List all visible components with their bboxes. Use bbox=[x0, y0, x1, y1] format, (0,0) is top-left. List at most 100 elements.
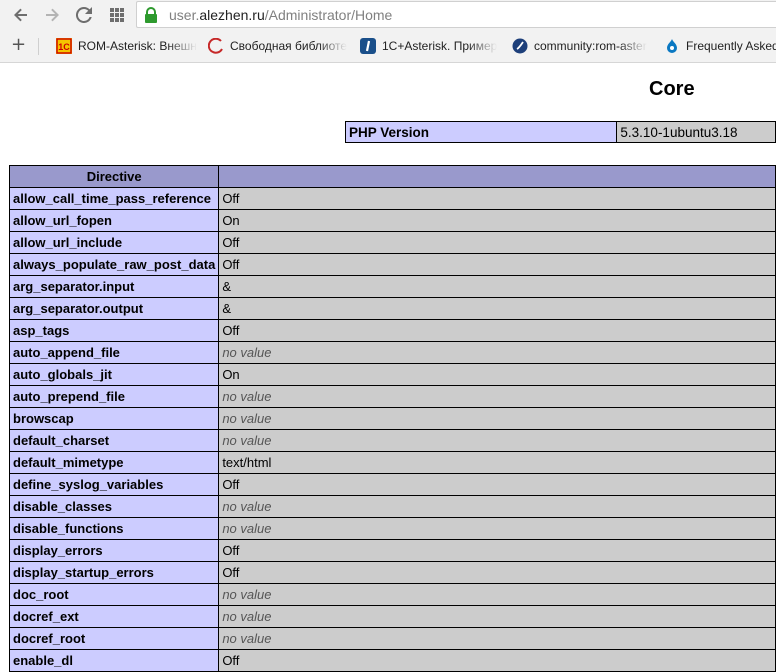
table-row: arg_separator.output & bbox=[8, 297, 776, 320]
directive-value: no value bbox=[218, 385, 776, 408]
php-version-table: PHP Version 5.3.10-1ubuntu3.18 bbox=[344, 121, 776, 143]
table-row: enable_dl Off bbox=[8, 649, 776, 672]
url-text: user.alezhen.ru/Administrator/Home bbox=[169, 7, 392, 23]
bookmark-label: Свободная библиоте bbox=[230, 39, 348, 53]
url-domain: alezhen.ru bbox=[199, 7, 265, 23]
address-bar[interactable]: user.alezhen.ru/Administrator/Home bbox=[136, 1, 776, 28]
directives-body: allow_call_time_pass_reference Off allow_u… bbox=[8, 187, 776, 672]
directive-name: auto_globals_jit bbox=[8, 363, 220, 386]
directive-value: Off bbox=[218, 319, 776, 342]
directive-value: Off bbox=[218, 561, 776, 584]
bookmarks-separator bbox=[38, 38, 39, 55]
community-icon bbox=[512, 38, 528, 54]
directive-name: disable_functions bbox=[8, 517, 220, 540]
directive-name: allow_call_time_pass_reference bbox=[8, 187, 220, 210]
apps-grid-icon bbox=[110, 8, 124, 22]
table-row: doc_root no value bbox=[8, 583, 776, 606]
svg-text:1С: 1С bbox=[58, 42, 70, 52]
directive-value: no value bbox=[218, 341, 776, 364]
directive-name: browscap bbox=[8, 407, 220, 430]
forward-button[interactable] bbox=[41, 4, 63, 26]
php-version-row: PHP Version 5.3.10-1ubuntu3.18 bbox=[344, 121, 776, 143]
bookmarks-bar: + 1С ROM-Asterisk: Внешн Свободная библи… bbox=[0, 30, 776, 63]
1c-icon: 1С bbox=[56, 38, 72, 54]
table-row: define_syslog_variables Off bbox=[8, 473, 776, 496]
bookmark-label: 1С+Asterisk. Пример bbox=[382, 39, 498, 53]
directive-value: On bbox=[218, 363, 776, 386]
lock-icon bbox=[145, 7, 157, 23]
browser-toolbar: user.alezhen.ru/Administrator/Home bbox=[0, 0, 776, 30]
directive-name: auto_prepend_file bbox=[8, 385, 220, 408]
table-row: arg_separator.input & bbox=[8, 275, 776, 298]
table-row: display_startup_errors Off bbox=[8, 561, 776, 584]
directive-value: & bbox=[218, 275, 776, 298]
directive-name: display_startup_errors bbox=[8, 561, 220, 584]
table-row: auto_prepend_file no value bbox=[8, 385, 776, 408]
table-row: allow_url_fopen On bbox=[8, 209, 776, 232]
table-row: asp_tags Off bbox=[8, 319, 776, 342]
table-row: default_charset no value bbox=[8, 429, 776, 452]
table-header-row: Directive bbox=[8, 165, 776, 188]
back-button[interactable] bbox=[10, 4, 32, 26]
table-row: default_mimetype text/html bbox=[8, 451, 776, 474]
directive-name: default_charset bbox=[8, 429, 220, 452]
directive-value: Off bbox=[218, 649, 776, 672]
apps-button[interactable] bbox=[106, 4, 128, 26]
directive-value: Off bbox=[218, 539, 776, 562]
directive-name: define_syslog_variables bbox=[8, 473, 220, 496]
table-row: allow_url_include Off bbox=[8, 231, 776, 254]
directive-name: allow_url_fopen bbox=[8, 209, 220, 232]
directive-name: disable_classes bbox=[8, 495, 220, 518]
directive-value: text/html bbox=[218, 451, 776, 474]
table-row: disable_classes no value bbox=[8, 495, 776, 518]
directive-name: display_errors bbox=[8, 539, 220, 562]
directive-name: allow_url_include bbox=[8, 231, 220, 254]
directive-value: & bbox=[218, 297, 776, 320]
table-row: display_errors Off bbox=[8, 539, 776, 562]
table-row: always_populate_raw_post_data Off bbox=[8, 253, 776, 276]
arrow-right-icon bbox=[46, 8, 59, 22]
directive-value: no value bbox=[218, 605, 776, 628]
directive-name: auto_append_file bbox=[8, 341, 220, 364]
directive-value: no value bbox=[218, 429, 776, 452]
bookmark-item-community[interactable]: community:rom-aster bbox=[512, 37, 652, 55]
bookmark-item-drupal[interactable]: Frequently Asked bbox=[664, 37, 776, 55]
reload-icon bbox=[76, 7, 92, 23]
directive-value: Off bbox=[218, 473, 776, 496]
bookmark-label: ROM-Asterisk: Внешн bbox=[78, 39, 197, 53]
directive-value: Off bbox=[218, 253, 776, 276]
directives-table: Directive allow_call_time_pass_reference… bbox=[8, 165, 776, 672]
directive-value: Off bbox=[218, 231, 776, 254]
directive-name: default_mimetype bbox=[8, 451, 220, 474]
directive-name: arg_separator.output bbox=[8, 297, 220, 320]
value-column-header bbox=[218, 165, 776, 188]
bookmark-item-infostart[interactable]: 1С+Asterisk. Пример bbox=[360, 37, 500, 55]
infostart-icon bbox=[360, 38, 376, 54]
page-title: Core bbox=[649, 78, 695, 100]
directive-name: asp_tags bbox=[8, 319, 220, 342]
table-row: disable_functions no value bbox=[8, 517, 776, 540]
php-version-label: PHP Version bbox=[344, 121, 618, 143]
directive-name: arg_separator.input bbox=[8, 275, 220, 298]
directive-value: no value bbox=[218, 583, 776, 606]
directive-value: On bbox=[218, 209, 776, 232]
directive-value: Off bbox=[218, 187, 776, 210]
directive-name: docref_root bbox=[8, 627, 220, 650]
directive-name: always_populate_raw_post_data bbox=[8, 253, 220, 276]
directive-value: no value bbox=[218, 517, 776, 540]
bookmark-item-rom-asterisk[interactable]: 1С ROM-Asterisk: Внешн bbox=[56, 37, 198, 55]
bookmark-label: community:rom-aster bbox=[534, 39, 647, 53]
directive-column-header: Directive bbox=[8, 165, 220, 188]
table-row: docref_ext no value bbox=[8, 605, 776, 628]
table-row: browscap no value bbox=[8, 407, 776, 430]
reload-button[interactable] bbox=[73, 4, 95, 26]
table-row: docref_root no value bbox=[8, 627, 776, 650]
plus-icon[interactable]: + bbox=[11, 36, 26, 54]
directive-name: enable_dl bbox=[8, 649, 220, 672]
arrow-left-icon bbox=[14, 8, 27, 22]
url-path: /Administrator/Home bbox=[264, 7, 393, 23]
directive-value: no value bbox=[218, 407, 776, 430]
bookmark-item-wikipedia[interactable]: Свободная библиоте bbox=[208, 37, 350, 55]
php-version-value: 5.3.10-1ubuntu3.18 bbox=[616, 121, 776, 143]
directive-name: doc_root bbox=[8, 583, 220, 606]
